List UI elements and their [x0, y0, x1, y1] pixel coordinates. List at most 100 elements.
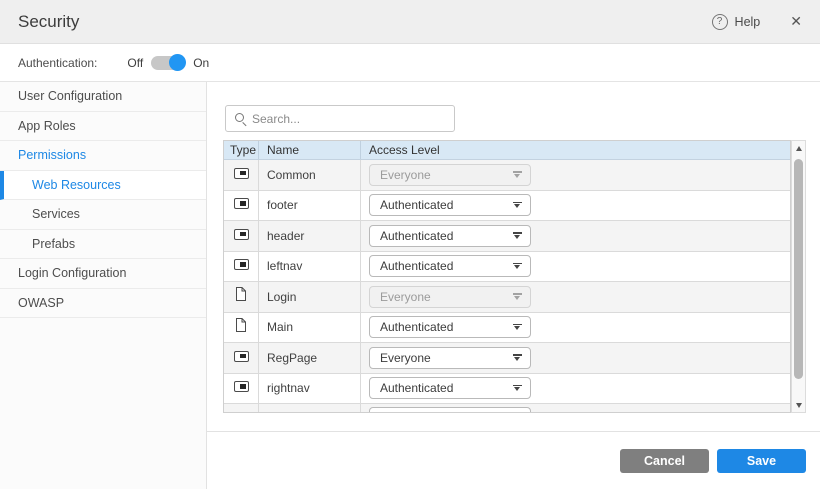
main-panel: Type Name Access Level Common Everyone f…	[207, 82, 820, 489]
partial-icon	[234, 166, 249, 184]
scroll-up-icon[interactable]	[792, 142, 805, 154]
type-cell	[224, 282, 259, 312]
sidebar-item-label: Permissions	[18, 148, 86, 162]
partial-icon	[234, 349, 249, 367]
partial-icon	[234, 257, 249, 275]
partial-icon	[234, 227, 249, 245]
sidebar-item-services[interactable]: Services	[0, 200, 206, 230]
access-level-select: Everyone	[369, 286, 531, 308]
resource-name: Common	[267, 168, 316, 182]
sidebar-item-owasp[interactable]: OWASP	[0, 289, 206, 319]
sidebar-item-web-resources[interactable]: Web Resources	[0, 171, 206, 201]
table-row[interactable]: Login Everyone	[224, 282, 790, 313]
sidebar-item-login-configuration[interactable]: Login Configuration	[0, 259, 206, 289]
toggle-on-label: On	[193, 56, 209, 70]
page-icon	[235, 287, 247, 301]
partial-icon	[234, 196, 249, 214]
chevron-down-icon	[513, 202, 522, 209]
name-cell: header	[259, 221, 361, 251]
save-button[interactable]: Save	[717, 449, 806, 473]
authentication-toggle[interactable]	[150, 54, 186, 71]
table-row[interactable]: header Authenticated	[224, 221, 790, 252]
table-row-partial	[224, 404, 790, 413]
access-level-cell: Authenticated	[361, 374, 790, 404]
name-cell: Common	[259, 160, 361, 190]
sidebar-item-label: Web Resources	[32, 178, 121, 192]
table-row[interactable]: Common Everyone	[224, 160, 790, 191]
chevron-down-icon	[513, 171, 522, 178]
close-icon[interactable]: ✕	[790, 13, 802, 30]
chevron-down-icon	[513, 293, 522, 300]
scroll-down-icon[interactable]	[792, 399, 805, 411]
access-level-select[interactable]: Authenticated	[369, 377, 531, 399]
search-icon	[235, 113, 244, 122]
sidebar-item-label: App Roles	[18, 119, 76, 133]
access-level-value: Authenticated	[380, 259, 453, 273]
access-level-cell: Authenticated	[361, 191, 790, 221]
chevron-down-icon	[513, 263, 522, 270]
table-row[interactable]: RegPage Everyone	[224, 343, 790, 374]
chevron-down-icon	[513, 385, 522, 392]
permissions-table: Type Name Access Level Common Everyone f…	[223, 140, 791, 413]
table-row[interactable]: rightnav Authenticated	[224, 374, 790, 405]
cancel-button[interactable]: Cancel	[620, 449, 709, 473]
sidebar-item-label: OWASP	[18, 296, 64, 310]
scrollbar-thumb[interactable]	[794, 159, 803, 379]
access-level-select[interactable]: Authenticated	[369, 255, 531, 277]
access-level-value: Authenticated	[380, 198, 453, 212]
access-level-cell: Authenticated	[361, 313, 790, 343]
sidebar-item-label: User Configuration	[18, 89, 122, 103]
type-cell	[224, 343, 259, 373]
resource-name: Main	[267, 320, 293, 334]
type-cell	[224, 313, 259, 343]
resource-name: RegPage	[267, 351, 317, 365]
access-level-cell: Everyone	[361, 282, 790, 312]
page-icon	[235, 318, 247, 332]
title-bar: Security ? Help ✕	[0, 0, 820, 44]
access-level-value: Everyone	[380, 168, 431, 182]
sidebar-item-permissions[interactable]: Permissions	[0, 141, 206, 171]
sidebar-item-app-roles[interactable]: App Roles	[0, 112, 206, 142]
table-row[interactable]: footer Authenticated	[224, 191, 790, 222]
chevron-down-icon	[513, 232, 522, 239]
access-level-cell: Everyone	[361, 343, 790, 373]
authentication-label: Authentication:	[18, 56, 97, 70]
help-icon[interactable]: ?	[712, 14, 728, 30]
resource-name: Login	[267, 290, 296, 304]
sidebar-item-prefabs[interactable]: Prefabs	[0, 230, 206, 260]
column-header-name: Name	[259, 141, 361, 159]
access-level-select[interactable]: Authenticated	[369, 316, 531, 338]
partial-icon	[234, 379, 249, 397]
resource-name: rightnav	[267, 381, 310, 395]
resource-name: footer	[267, 198, 298, 212]
page-icon	[235, 287, 247, 306]
access-level-select[interactable]: Authenticated	[369, 225, 531, 247]
access-level-value: Everyone	[380, 290, 431, 304]
search-input[interactable]	[252, 106, 450, 131]
table-header-row: Type Name Access Level	[224, 141, 790, 160]
chevron-down-icon	[513, 324, 522, 331]
table-row[interactable]: leftnav Authenticated	[224, 252, 790, 283]
toggle-knob	[169, 54, 186, 71]
search-box	[225, 105, 455, 132]
sidebar-item-label: Prefabs	[32, 237, 75, 251]
page-icon	[235, 318, 247, 337]
name-cell: leftnav	[259, 252, 361, 282]
access-level-value: Authenticated	[380, 229, 453, 243]
access-level-cell: Authenticated	[361, 252, 790, 282]
type-cell	[224, 160, 259, 190]
vertical-scrollbar[interactable]	[791, 140, 806, 413]
sidebar-item-user-configuration[interactable]: User Configuration	[0, 82, 206, 112]
table-row[interactable]: Main Authenticated	[224, 313, 790, 344]
type-cell	[224, 252, 259, 282]
footer-divider	[207, 431, 820, 432]
help-link[interactable]: Help	[735, 15, 761, 29]
access-level-select[interactable]: Authenticated	[369, 194, 531, 216]
name-cell: RegPage	[259, 343, 361, 373]
access-level-select[interactable]: Everyone	[369, 347, 531, 369]
type-cell	[224, 191, 259, 221]
resource-name: header	[267, 229, 304, 243]
name-cell: rightnav	[259, 374, 361, 404]
page-title: Security	[18, 12, 79, 32]
access-level-select: Everyone	[369, 164, 531, 186]
